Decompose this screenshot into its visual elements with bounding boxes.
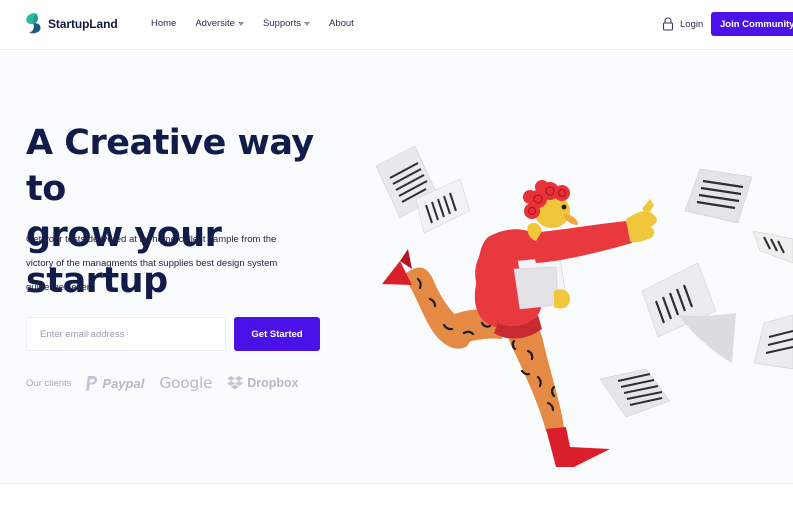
client-name: Paypal (102, 375, 145, 391)
nav-item-home[interactable]: Home (151, 18, 176, 29)
nav-item-about[interactable]: About (329, 18, 354, 29)
paypal-icon (86, 375, 98, 390)
hero-description-line: Get your tests delivered at let home col… (26, 234, 277, 245)
brand-name: StartupLand (48, 16, 118, 31)
nav-item-label: Home (151, 18, 177, 29)
paper-icon (752, 230, 793, 264)
nav-item-adversite[interactable]: Adversite (195, 18, 244, 29)
hero-title-line: A Creative way to (26, 123, 314, 209)
hero-illustration (375, 145, 793, 467)
hero-description-line: victory of the managments that supplies … (26, 258, 278, 269)
get-started-button[interactable]: Get Started (234, 317, 320, 351)
paper-icon (684, 168, 753, 224)
clients-row: Our clients Paypal Google Dropbox (26, 374, 314, 392)
login-label: Login (680, 18, 704, 30)
join-community-button[interactable]: Join Community (711, 12, 793, 36)
caret-down-icon (303, 21, 310, 26)
hero-description: Get your tests delivered at let home col… (26, 228, 311, 300)
email-input[interactable] (26, 317, 226, 351)
nav-item-label: About (328, 18, 354, 29)
paper-icon (599, 368, 671, 418)
brand-logo[interactable]: StartupLand (25, 13, 118, 34)
hero-description-line: guidelines ever. (26, 282, 93, 293)
nav-item-label: Adversite (195, 18, 235, 29)
leaf-s-icon (26, 13, 41, 34)
paper-icon (753, 314, 793, 370)
lock-icon (662, 17, 674, 31)
dropbox-icon (227, 376, 244, 390)
main-nav: Home Adversite Supports About (151, 18, 373, 29)
client-logo-paypal: Paypal (85, 375, 145, 391)
hero-section: A Creative way to grow your startup Get … (0, 51, 793, 483)
paper-icon (678, 313, 736, 363)
section-divider (0, 483, 793, 484)
login-link[interactable]: Login (662, 17, 703, 31)
nav-item-supports[interactable]: Supports (263, 18, 310, 29)
navbar: StartupLand Home Adversite Supports Abou… (0, 0, 793, 50)
caret-down-icon (237, 21, 244, 26)
client-logo-google: Google (159, 374, 212, 392)
client-logo-dropbox: Dropbox (227, 376, 299, 390)
client-name: Dropbox (247, 376, 299, 390)
nav-item-label: Supports (262, 18, 301, 29)
clients-label: Our clients (26, 377, 72, 389)
client-name: Google (159, 374, 213, 392)
